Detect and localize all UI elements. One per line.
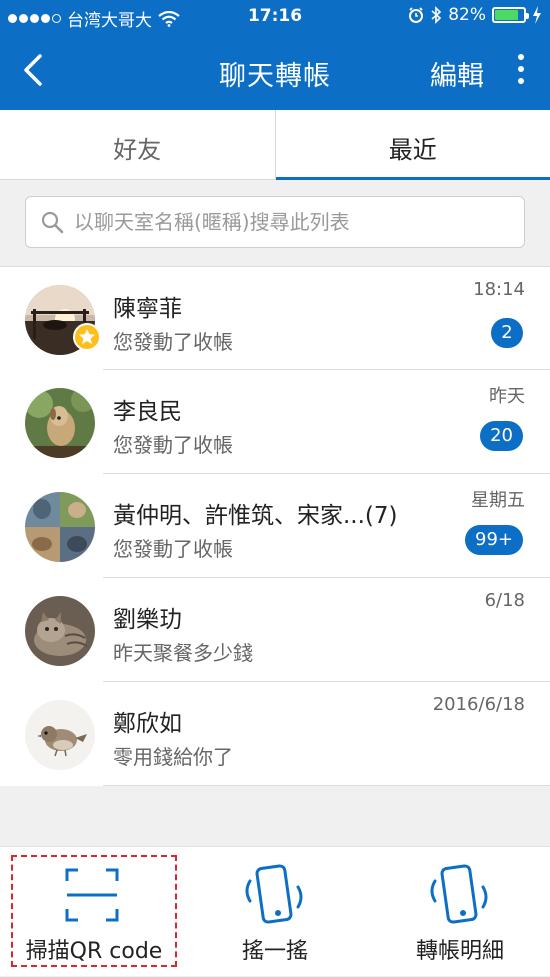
- qr-scan-icon: [64, 867, 120, 923]
- chat-name: 黃仲明、許惟筑、宋家...(7): [113, 496, 398, 530]
- avatar: [25, 700, 95, 770]
- chat-time: 昨天: [489, 382, 525, 408]
- chat-message: 零用錢給你了: [113, 741, 233, 770]
- scan-qr-label: 掃描QR code: [11, 933, 177, 965]
- nav-bar: 聊天轉帳 編輯: [0, 32, 550, 110]
- battery-fill: [495, 10, 518, 20]
- search-icon: [40, 210, 64, 234]
- divider: [103, 785, 550, 786]
- transfer-history-label: 轉帳明細: [380, 933, 540, 965]
- shake-label: 搖一搖: [196, 933, 354, 965]
- chat-list: 陳寧菲 您發動了收帳 18:14 2 李良民 您發動了收帳 昨天 20: [0, 266, 550, 786]
- chat-name: 鄭欣如: [113, 704, 182, 738]
- status-bar: 台湾大哥大 17:16 82%: [0, 0, 550, 32]
- status-right: 82%: [408, 5, 542, 25]
- shake-phone-icon: [240, 863, 310, 927]
- battery-icon: [492, 7, 526, 23]
- shake-phone-icon: [425, 863, 495, 927]
- chat-name: 劉樂玏: [113, 600, 182, 634]
- alarm-icon: [408, 7, 424, 23]
- chat-time: 6/18: [485, 590, 525, 611]
- chat-name: 李良民: [113, 392, 182, 426]
- avatar: [25, 492, 95, 562]
- tab-friends[interactable]: 好友: [0, 110, 276, 179]
- more-vertical-icon[interactable]: [514, 54, 528, 88]
- avatar: [25, 388, 95, 458]
- chat-row[interactable]: 陳寧菲 您發動了收帳 18:14 2: [0, 266, 550, 370]
- edit-button[interactable]: 編輯: [430, 54, 484, 93]
- tab-bar: 好友 最近: [0, 110, 550, 180]
- chat-time: 18:14: [473, 279, 525, 300]
- search-area: [0, 180, 550, 266]
- chat-message: 您發動了收帳: [113, 326, 233, 355]
- chat-row[interactable]: 劉樂玏 昨天聚餐多少錢 6/18: [0, 578, 550, 682]
- chat-row[interactable]: 黃仲明、許惟筑、宋家...(7) 您發動了收帳 星期五 99+: [0, 474, 550, 578]
- charging-icon: [532, 6, 542, 24]
- tab-recent[interactable]: 最近: [276, 110, 550, 179]
- search-input[interactable]: [74, 210, 514, 234]
- chat-time: 星期五: [471, 486, 525, 512]
- battery-percent: 82%: [448, 5, 486, 25]
- search-box[interactable]: [25, 196, 525, 248]
- chat-time: 2016/6/18: [433, 694, 525, 715]
- chat-name: 陳寧菲: [113, 289, 182, 323]
- transfer-history-button[interactable]: 轉帳明細: [380, 847, 540, 977]
- chat-message: 您發動了收帳: [113, 429, 233, 458]
- unread-badge: 2: [491, 318, 523, 348]
- avatar: [25, 596, 95, 666]
- chat-message: 您發動了收帳: [113, 533, 233, 562]
- star-icon: [73, 323, 101, 351]
- unread-badge: 20: [480, 421, 523, 451]
- chat-row[interactable]: 鄭欣如 零用錢給你了 2016/6/18: [0, 682, 550, 786]
- chat-row[interactable]: 李良民 您發動了收帳 昨天 20: [0, 370, 550, 474]
- scan-qr-button[interactable]: 掃描QR code: [11, 847, 177, 977]
- chat-message: 昨天聚餐多少錢: [113, 637, 253, 666]
- bottom-action-bar: 掃描QR code 搖一搖 轉帳明細: [0, 846, 550, 976]
- unread-badge: 99+: [465, 525, 523, 555]
- shake-button[interactable]: 搖一搖: [196, 847, 354, 977]
- bluetooth-icon: [430, 6, 442, 24]
